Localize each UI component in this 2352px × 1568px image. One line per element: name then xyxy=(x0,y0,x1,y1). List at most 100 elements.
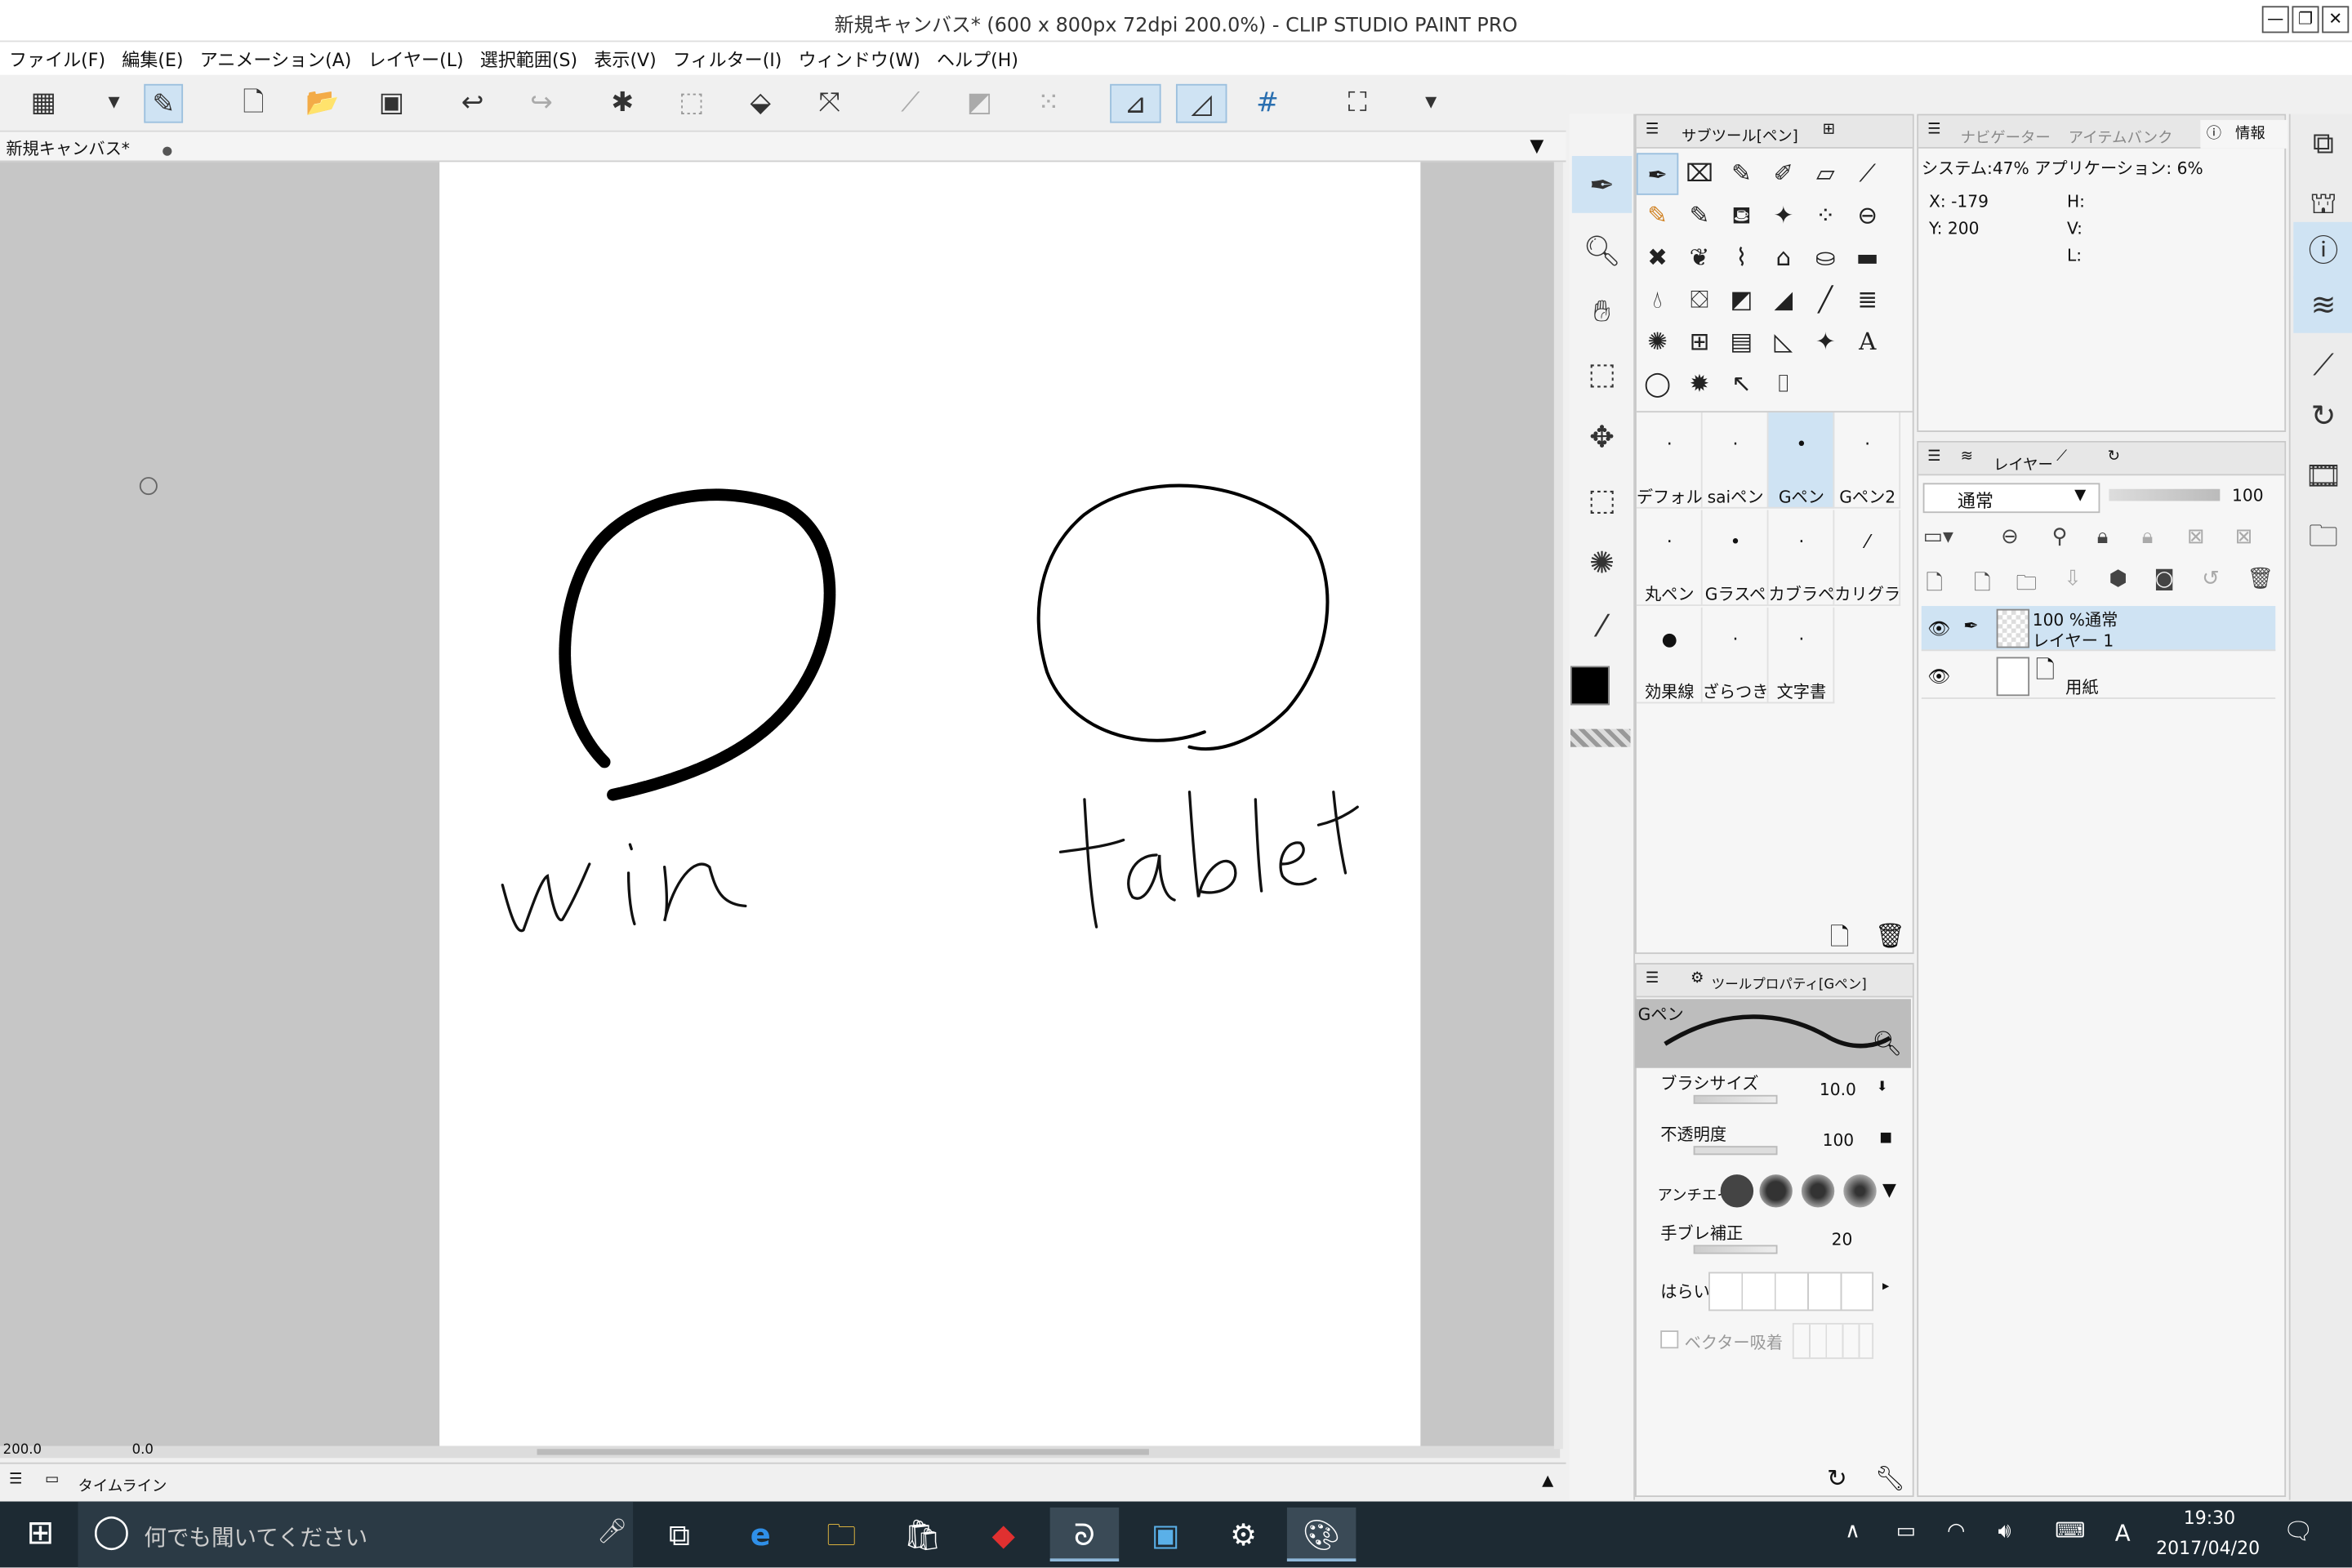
loading-spinner-icon[interactable]: ✱ xyxy=(603,84,642,123)
minimize-button[interactable]: — xyxy=(2261,6,2289,33)
panel-menu-icon[interactable]: ☰ xyxy=(1646,122,1659,138)
windows-start-icon[interactable]: ⊞ xyxy=(6,1508,74,1561)
move-tool-icon[interactable]: ✥ xyxy=(1572,408,1632,466)
toolbar-more-icon[interactable]: ▼ xyxy=(1416,84,1446,123)
transparent-color-swatch[interactable] xyxy=(1570,728,1631,747)
hatching-icon[interactable]: ≣ xyxy=(1846,279,1888,321)
building-icon[interactable]: ⌂ xyxy=(1762,237,1804,278)
brush-size-value[interactable]: 10.0 xyxy=(1820,1080,1856,1099)
app-red-icon[interactable]: ◆ xyxy=(969,1508,1038,1561)
antialias-none-icon[interactable] xyxy=(1720,1174,1754,1208)
store-icon[interactable]: 🛍︎ xyxy=(888,1508,956,1561)
clip-layer-icon[interactable]: ⊖ xyxy=(2001,525,2019,549)
eraser-icon[interactable]: ▱ xyxy=(1805,153,1846,194)
undo-icon[interactable]: ↩ xyxy=(453,84,492,123)
wifi-icon[interactable]: ◠ xyxy=(1947,1520,1965,1544)
clock-time[interactable]: 19:30 xyxy=(2157,1508,2262,1529)
brush-item-calligraphy[interactable]: ⁄ カリグラフ xyxy=(1834,510,1901,607)
frame-icon[interactable]: ⊞ xyxy=(1678,321,1720,363)
history-icon[interactable]: ↻ xyxy=(2108,448,2120,465)
drops-icon[interactable]: 💧︎ xyxy=(1637,279,1678,321)
bucket-icon[interactable]: ⛀ xyxy=(1805,237,1846,278)
new-vector-layer-icon[interactable]: 🗋 xyxy=(1974,567,1991,603)
lock-alpha-icon[interactable]: 🔒︎ xyxy=(2142,525,2154,549)
delete-subtool-icon[interactable]: 🗑︎ xyxy=(1875,921,1905,950)
canvas-paper[interactable] xyxy=(439,162,1421,1446)
material-dock-icon[interactable]: 🗀 xyxy=(2293,507,2352,564)
antialias-weak-icon[interactable] xyxy=(1759,1174,1793,1208)
menu-file[interactable]: ファイル(F) xyxy=(0,42,113,72)
show-hidden-icon[interactable]: ∧ xyxy=(1845,1520,1860,1544)
auto-select-tool-icon[interactable]: ✺ xyxy=(1572,534,1632,591)
layer-color-icon[interactable]: ▭▾ xyxy=(1923,525,1953,549)
layer-tab[interactable]: レイヤー xyxy=(1993,452,2053,474)
clip-studio-icon[interactable]: ✎ xyxy=(144,83,184,123)
balloon-icon[interactable]: ◯ xyxy=(1637,363,1678,404)
tool-property-title[interactable]: ツールプロパティ[Gペン] xyxy=(1712,973,1867,993)
app-blue-icon[interactable]: ▣ xyxy=(1131,1508,1200,1561)
blend-mode-select[interactable]: 通常 ▼ xyxy=(1922,483,2100,514)
fill-icon[interactable]: ⬙ xyxy=(741,84,780,123)
battery-icon[interactable]: ▭ xyxy=(1896,1520,1916,1544)
eyedropper-tool-icon[interactable]: ⁄ xyxy=(1572,597,1632,654)
stabilizer-value[interactable]: 20 xyxy=(1832,1230,1853,1250)
transfer-down-icon[interactable]: ⇩ xyxy=(2064,567,2082,590)
settings-gear-icon[interactable]: ⚙ xyxy=(1209,1508,1277,1561)
animation-dock-icon[interactable]: 🎞︎ xyxy=(2293,447,2352,504)
panel-menu-icon[interactable]: ☰ xyxy=(1927,122,1940,138)
layer-property-dock-icon[interactable]: ⟋ xyxy=(2293,336,2352,393)
selection-tool-icon[interactable]: ⬚ xyxy=(1572,471,1632,528)
stabilizer-slider[interactable] xyxy=(1693,1245,1778,1254)
zoom-value[interactable]: 200.0 xyxy=(3,1443,42,1458)
ime-indicator[interactable]: A xyxy=(2115,1520,2131,1547)
oil-paint-icon[interactable]: ✎ xyxy=(1678,195,1720,237)
airbrush-icon[interactable]: ⟋ xyxy=(1846,153,1888,194)
snap-special-ruler-icon[interactable]: ◿ xyxy=(1175,83,1227,123)
decoration-icon[interactable]: ✖ xyxy=(1637,237,1678,278)
mask-icon[interactable]: ⊠ xyxy=(2187,525,2205,549)
layer-dock-icon[interactable]: ≋ xyxy=(2293,275,2352,333)
grid-dots-icon[interactable]: ⁙ xyxy=(1029,84,1068,123)
new-raster-layer-icon[interactable]: 🗋 xyxy=(1926,567,1943,603)
panel-menu-icon[interactable]: ☰ xyxy=(1927,448,1940,465)
taper-selector[interactable] xyxy=(1708,1272,1874,1312)
screen-capture-icon[interactable]: ⛶ xyxy=(1338,84,1377,123)
menu-layer[interactable]: レイヤー(L) xyxy=(359,42,471,72)
brush-group-icon[interactable]: ✎ xyxy=(1721,153,1762,194)
opacity-value[interactable]: 100 xyxy=(1823,1131,1855,1151)
brush-item-glass-pen[interactable]: • Gラスペ xyxy=(1702,510,1769,607)
clear-selection-icon[interactable]: ⬚ xyxy=(672,84,711,123)
snap-grid-icon[interactable]: # xyxy=(1248,84,1287,123)
ruler-icon[interactable]: ◺ xyxy=(1762,321,1804,363)
tab-item-bank[interactable]: アイテムバンク xyxy=(2069,124,2173,147)
brush-item-rough[interactable]: · ざらつき xyxy=(1702,607,1769,704)
brush-item-sai[interactable]: · saiペン xyxy=(1702,412,1769,509)
layer-row[interactable]: 👁︎ 🗋 用紙 xyxy=(1921,654,2276,699)
text-tool-icon[interactable]: A xyxy=(1846,321,1888,363)
tab-info[interactable]: ⓘ 情報 xyxy=(2200,119,2287,149)
delete-mask-icon[interactable]: ↺ xyxy=(2202,567,2220,590)
pen-group-icon[interactable]: ✒ xyxy=(1636,153,1679,195)
reset-settings-icon[interactable]: ↻ xyxy=(1827,1464,1847,1493)
tab-navigator[interactable]: ナビゲーター xyxy=(1961,124,2051,147)
tab-menu-icon[interactable]: ▼ xyxy=(1530,135,1544,156)
layer-property-icon[interactable]: ⟋ xyxy=(2056,448,2067,465)
straight-line-icon[interactable]: ╱ xyxy=(1805,279,1846,321)
timeline-label[interactable]: タイムライン xyxy=(78,1473,167,1495)
canvas-tab[interactable]: 新規キャンバス* ● xyxy=(6,136,172,160)
transform-icon[interactable]: ⤧ xyxy=(810,84,849,123)
menu-view[interactable]: 表示(V) xyxy=(585,42,664,72)
panel-menu-icon[interactable]: ☰ xyxy=(1646,970,1659,987)
info-dock-icon[interactable]: ⓘ xyxy=(2293,221,2352,279)
menu-edit[interactable]: 編集(E) xyxy=(113,42,190,72)
task-view-icon[interactable]: ⧉ xyxy=(645,1508,714,1561)
history-dock-icon[interactable]: ↻ xyxy=(2293,387,2352,444)
mask-layer-icon[interactable]: ◙ xyxy=(2154,567,2175,590)
menu-selection[interactable]: 選択範囲(S) xyxy=(471,42,586,72)
zoom-tool-icon[interactable]: 🔍︎ xyxy=(1572,222,1632,279)
shape-icon[interactable]: ◢ xyxy=(1762,279,1804,321)
vector-snap-checkbox[interactable] xyxy=(1660,1330,1679,1349)
horizontal-scrollbar[interactable] xyxy=(537,1449,1149,1455)
snap-ruler-icon[interactable]: ⊿ xyxy=(1110,83,1161,123)
star-icon[interactable]: ✦ xyxy=(1805,321,1846,363)
